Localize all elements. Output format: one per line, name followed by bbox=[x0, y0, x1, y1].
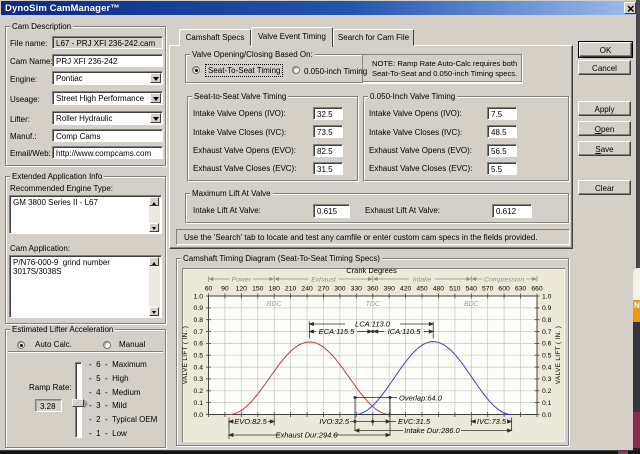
svg-text:0.0: 0.0 bbox=[542, 412, 552, 419]
svg-text:180: 180 bbox=[269, 286, 281, 293]
svg-text:360: 360 bbox=[367, 286, 379, 293]
svg-text:0.5: 0.5 bbox=[194, 353, 204, 360]
svg-text:Intake: Intake bbox=[413, 277, 432, 284]
svg-text:420: 420 bbox=[400, 286, 412, 293]
svg-text:630: 630 bbox=[515, 286, 527, 293]
svg-text:0.7: 0.7 bbox=[542, 329, 552, 336]
svg-text:1.0: 1.0 bbox=[542, 293, 552, 300]
svg-text:0.2: 0.2 bbox=[542, 388, 552, 395]
svg-text:EVO:82.5: EVO:82.5 bbox=[234, 417, 267, 426]
svg-text:600: 600 bbox=[498, 286, 510, 293]
svg-text:210: 210 bbox=[285, 286, 297, 293]
svg-text:BDC: BDC bbox=[267, 301, 283, 308]
svg-text:660: 660 bbox=[531, 286, 543, 293]
svg-text:ICA:110.5: ICA:110.5 bbox=[388, 327, 422, 336]
svg-text:BDC: BDC bbox=[464, 301, 480, 308]
svg-text:0.5: 0.5 bbox=[542, 353, 552, 360]
svg-text:Exhaust Dur:294.0: Exhaust Dur:294.0 bbox=[275, 431, 338, 440]
svg-text:390: 390 bbox=[384, 286, 396, 293]
svg-text:0.8: 0.8 bbox=[542, 317, 552, 324]
svg-text:0.6: 0.6 bbox=[194, 341, 204, 348]
svg-text:450: 450 bbox=[416, 286, 428, 293]
svg-text:TDC: TDC bbox=[366, 301, 381, 308]
svg-text:Overlap:64.0: Overlap:64.0 bbox=[399, 394, 443, 403]
svg-text:0.9: 0.9 bbox=[542, 305, 552, 312]
svg-text:0.2: 0.2 bbox=[194, 388, 204, 395]
svg-text:0.3: 0.3 bbox=[194, 376, 204, 383]
svg-text:IVC:73.5: IVC:73.5 bbox=[477, 417, 507, 426]
svg-text:240: 240 bbox=[301, 286, 313, 293]
svg-text:0.1: 0.1 bbox=[542, 400, 552, 407]
svg-text:ECA:115.5: ECA:115.5 bbox=[319, 327, 356, 336]
svg-text:0.0: 0.0 bbox=[194, 412, 204, 419]
svg-text:90: 90 bbox=[221, 286, 229, 293]
svg-text:510: 510 bbox=[449, 286, 461, 293]
svg-text:0.1: 0.1 bbox=[194, 400, 204, 407]
svg-text:60: 60 bbox=[205, 286, 213, 293]
svg-text:0.6: 0.6 bbox=[542, 341, 552, 348]
svg-text:EVC:31.5: EVC:31.5 bbox=[398, 417, 431, 426]
svg-text:150: 150 bbox=[252, 286, 264, 293]
svg-text:LCA:113.0: LCA:113.0 bbox=[355, 320, 391, 329]
svg-text:300: 300 bbox=[334, 286, 346, 293]
svg-text:540: 540 bbox=[466, 286, 478, 293]
svg-text:0.4: 0.4 bbox=[194, 364, 204, 371]
svg-text:570: 570 bbox=[482, 286, 494, 293]
svg-text:330: 330 bbox=[351, 286, 363, 293]
svg-text:Compression: Compression bbox=[484, 277, 524, 284]
svg-text:VALVE LIFT ( IN. ): VALVE LIFT ( IN. ) bbox=[182, 326, 189, 385]
svg-text:480: 480 bbox=[433, 286, 445, 293]
svg-text:270: 270 bbox=[318, 286, 330, 293]
svg-text:0.4: 0.4 bbox=[542, 364, 552, 371]
svg-text:0.8: 0.8 bbox=[194, 317, 204, 324]
svg-text:IVO:32.5: IVO:32.5 bbox=[319, 417, 349, 426]
svg-text:0.3: 0.3 bbox=[542, 376, 552, 383]
svg-text:0.7: 0.7 bbox=[194, 329, 204, 336]
svg-text:VALVE LIFT ( IN. ): VALVE LIFT ( IN. ) bbox=[555, 326, 562, 385]
svg-text:Crank Degrees: Crank Degrees bbox=[346, 266, 397, 275]
svg-text:0.9: 0.9 bbox=[194, 305, 204, 312]
svg-text:Power: Power bbox=[232, 277, 252, 284]
svg-text:1.0: 1.0 bbox=[194, 293, 204, 300]
svg-text:Exhaust: Exhaust bbox=[311, 277, 337, 284]
svg-text:Intake Dur:286.0: Intake Dur:286.0 bbox=[404, 426, 460, 435]
svg-text:120: 120 bbox=[236, 286, 248, 293]
